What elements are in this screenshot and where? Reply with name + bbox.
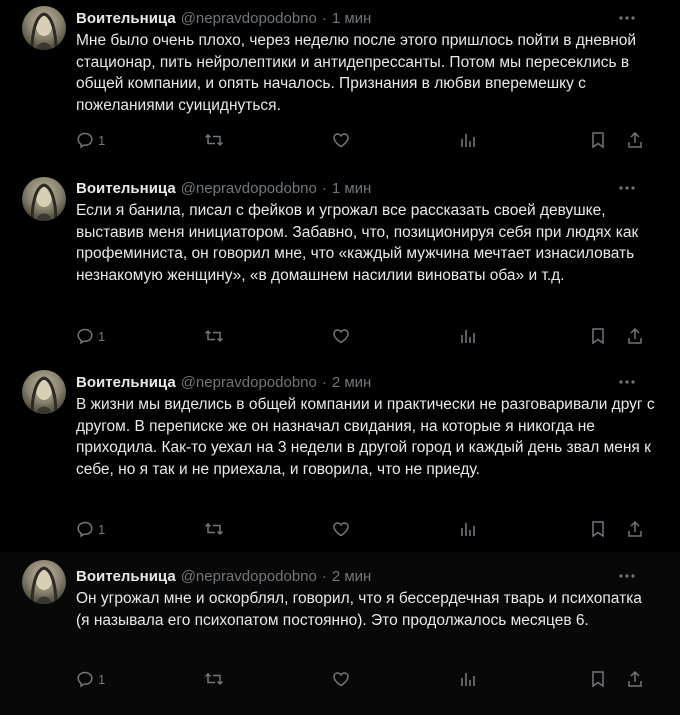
avatar[interactable] xyxy=(22,6,66,50)
reply-icon xyxy=(76,670,94,688)
share-icon xyxy=(626,131,644,149)
tweet-text: Он угрожал мне и оскорблял, говорил, что… xyxy=(76,590,642,629)
tweet-header: Воительница @nepravdopodobno · 2 мин xyxy=(76,566,660,586)
separator-dot: · xyxy=(321,567,327,585)
retweet-button[interactable] xyxy=(204,326,224,346)
share-button[interactable] xyxy=(626,130,644,150)
reply-count: 1 xyxy=(98,671,106,687)
user-handle[interactable]: @nepravdopodobno xyxy=(181,568,317,585)
separator-dot: · xyxy=(321,373,327,391)
reply-icon xyxy=(76,327,94,345)
more-icon[interactable] xyxy=(618,8,636,28)
views-button[interactable] xyxy=(459,669,477,689)
more-icon[interactable] xyxy=(618,566,636,586)
tweet-feed: Воительница @nepravdopodobno · 1 мин Мне… xyxy=(0,0,680,715)
like-icon xyxy=(332,670,350,688)
retweet-icon xyxy=(204,131,224,149)
like-button[interactable] xyxy=(332,130,350,150)
display-name[interactable]: Воительница xyxy=(76,568,176,585)
reply-count: 1 xyxy=(98,521,106,537)
tweet[interactable]: Воительница @nepravdopodobno · 1 мин Есл… xyxy=(0,170,680,362)
retweet-button[interactable] xyxy=(204,519,224,539)
avatar[interactable] xyxy=(22,560,66,604)
tweet[interactable]: Воительница @nepravdopodobno · 2 мин В ж… xyxy=(0,364,680,550)
share-icon xyxy=(626,327,644,345)
views-icon xyxy=(459,520,477,538)
display-name[interactable]: Воительница xyxy=(76,10,176,27)
bookmark-icon xyxy=(590,670,606,688)
reply-button[interactable]: 1 xyxy=(76,130,105,150)
views-button[interactable] xyxy=(459,130,477,150)
retweet-icon xyxy=(204,327,224,345)
reply-button[interactable]: 1 xyxy=(76,519,105,539)
tweet-header: Воительница @nepravdopodobno · 2 мин xyxy=(76,372,660,392)
user-handle[interactable]: @nepravdopodobno xyxy=(181,10,317,27)
views-icon xyxy=(459,670,477,688)
separator-dot: · xyxy=(321,179,327,197)
user-handle[interactable]: @nepravdopodobno xyxy=(181,374,317,391)
user-handle[interactable]: @nepravdopodobno xyxy=(181,180,317,197)
reply-count: 1 xyxy=(98,328,106,344)
views-icon xyxy=(459,131,477,149)
like-icon xyxy=(332,327,350,345)
bookmark-button[interactable] xyxy=(590,669,606,689)
retweet-button[interactable] xyxy=(204,130,224,150)
reply-button[interactable]: 1 xyxy=(76,669,105,689)
avatar[interactable] xyxy=(22,370,66,414)
tweet-actions: 1 xyxy=(76,669,646,689)
timestamp[interactable]: 1 мин xyxy=(332,10,372,27)
views-button[interactable] xyxy=(459,326,477,346)
tweet-actions: 1 xyxy=(76,130,646,150)
timestamp[interactable]: 2 мин xyxy=(332,374,372,391)
bookmark-button[interactable] xyxy=(590,130,606,150)
tweet-actions: 1 xyxy=(76,326,646,346)
retweet-button[interactable] xyxy=(204,669,224,689)
like-icon xyxy=(332,131,350,149)
reply-icon xyxy=(76,131,94,149)
bookmark-button[interactable] xyxy=(590,519,606,539)
like-button[interactable] xyxy=(332,519,350,539)
timestamp[interactable]: 2 мин xyxy=(332,568,372,585)
tweet[interactable]: Воительница @nepravdopodobno · 2 мин Он … xyxy=(0,552,680,715)
share-icon xyxy=(626,520,644,538)
share-icon xyxy=(626,670,644,688)
retweet-icon xyxy=(204,520,224,538)
share-button[interactable] xyxy=(626,326,644,346)
tweet-text: Если я банила, писал с фейков и угрожал … xyxy=(76,202,639,284)
reply-count: 1 xyxy=(98,132,106,148)
tweet-text: В жизни мы виделись в общей компании и п… xyxy=(76,396,655,478)
views-button[interactable] xyxy=(459,519,477,539)
reply-button[interactable]: 1 xyxy=(76,326,105,346)
reply-icon xyxy=(76,520,94,538)
retweet-icon xyxy=(204,670,224,688)
bookmark-icon xyxy=(590,327,606,345)
bookmark-button[interactable] xyxy=(590,326,606,346)
more-icon[interactable] xyxy=(618,372,636,392)
share-button[interactable] xyxy=(626,519,644,539)
tweet[interactable]: Воительница @nepravdopodobno · 1 мин Мне… xyxy=(0,0,680,168)
tweet-actions: 1 xyxy=(76,519,646,539)
like-button[interactable] xyxy=(332,326,350,346)
timestamp[interactable]: 1 мин xyxy=(332,180,372,197)
avatar[interactable] xyxy=(22,177,66,221)
tweet-header: Воительница @nepravdopodobno · 1 мин xyxy=(76,178,660,198)
tweet-text: Мне было очень плохо, через неделю после… xyxy=(76,32,637,114)
share-button[interactable] xyxy=(626,669,644,689)
display-name[interactable]: Воительница xyxy=(76,374,176,391)
tweet-header: Воительница @nepravdopodobno · 1 мин xyxy=(76,8,660,28)
bookmark-icon xyxy=(590,520,606,538)
bookmark-icon xyxy=(590,131,606,149)
separator-dot: · xyxy=(321,9,327,27)
display-name[interactable]: Воительница xyxy=(76,180,176,197)
views-icon xyxy=(459,327,477,345)
more-icon[interactable] xyxy=(618,178,636,198)
like-icon xyxy=(332,520,350,538)
like-button[interactable] xyxy=(332,669,350,689)
